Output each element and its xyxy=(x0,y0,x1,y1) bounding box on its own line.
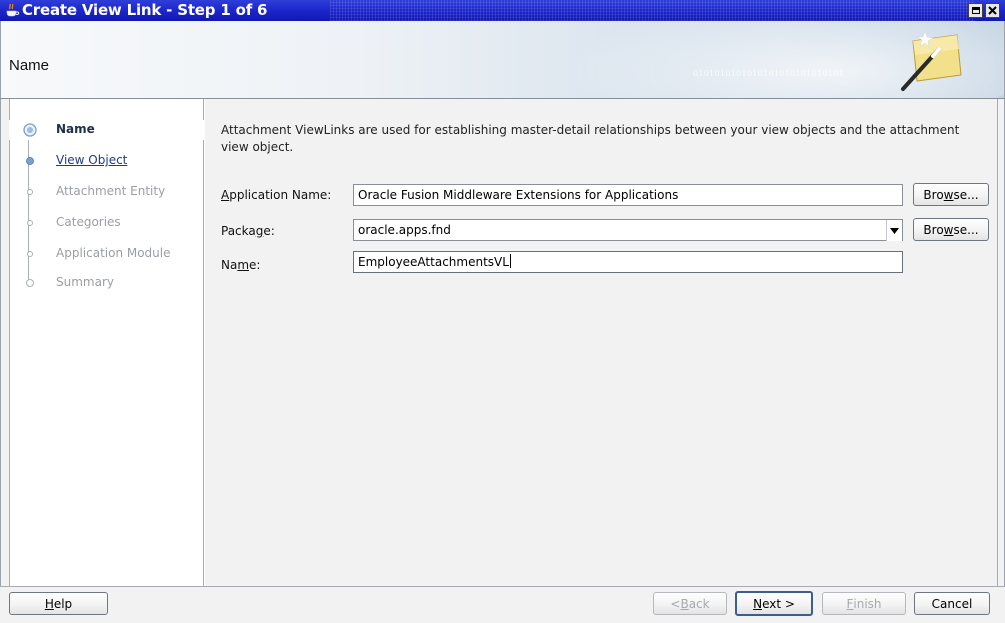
step-label: Name xyxy=(56,122,95,136)
help-button[interactable]: Help xyxy=(9,592,108,615)
java-cup-icon xyxy=(6,3,20,17)
name-input[interactable]: EmployeeAttachmentsVL xyxy=(353,251,903,273)
frame-right xyxy=(998,99,1005,586)
header-binary-decoration: 0101010101010101010101010101 xyxy=(693,69,844,78)
step-label: Application Module xyxy=(56,246,171,260)
application-name-field[interactable]: Oracle Fusion Middleware Extensions for … xyxy=(353,184,903,206)
close-icon xyxy=(988,6,997,15)
application-name-label: Application Name: xyxy=(221,188,332,202)
step-icon xyxy=(27,189,33,195)
window-title: Create View Link - Step 1 of 6 xyxy=(22,1,268,19)
page-title: Name xyxy=(9,57,50,74)
back-button[interactable]: < Back xyxy=(653,592,727,615)
name-label: Name: xyxy=(221,258,261,272)
step-label: Attachment Entity xyxy=(56,184,166,198)
maximize-icon xyxy=(971,7,980,14)
current-step-icon xyxy=(23,123,37,137)
step-label: Categories xyxy=(56,215,121,229)
step-icon xyxy=(27,251,33,257)
package-combo[interactable]: oracle.apps.fnd xyxy=(353,219,903,241)
step-name[interactable]: Name xyxy=(9,120,204,140)
chevron-down-icon xyxy=(890,227,899,234)
step-summary: Summary xyxy=(9,273,204,293)
cancel-button[interactable]: Cancel xyxy=(914,592,990,615)
step-application-module: Application Module xyxy=(9,244,204,264)
title-bar: Create View Link - Step 1 of 6 xyxy=(0,0,1005,21)
step-label: Summary xyxy=(56,275,114,289)
package-browse-button[interactable]: Bro w se... xyxy=(913,218,989,241)
wizard-wand-icon xyxy=(901,30,962,91)
next-step-icon xyxy=(26,157,34,165)
finish-button[interactable]: Finish xyxy=(822,592,906,615)
step-icon xyxy=(27,220,33,226)
step-label: View Object xyxy=(56,153,128,167)
application-browse-button[interactable]: Bro w se... xyxy=(913,183,989,206)
next-button[interactable]: Next > xyxy=(735,591,813,616)
description-text: Attachment ViewLinks are used for establ… xyxy=(221,123,960,154)
maximize-button[interactable] xyxy=(968,3,983,18)
step-categories: Categories xyxy=(9,213,204,233)
frame-left xyxy=(0,99,9,586)
main-panel xyxy=(205,99,998,586)
wizard-header: 0101010101010101010101010101 Name xyxy=(0,21,1005,98)
text-caret xyxy=(509,254,511,268)
package-label: Package: xyxy=(221,224,275,238)
package-dropdown-button[interactable] xyxy=(886,220,902,241)
final-step-icon xyxy=(26,279,34,287)
step-attachment-entity: Attachment Entity xyxy=(9,182,204,202)
title-bar-pattern xyxy=(330,0,975,21)
step-view-object[interactable]: View Object xyxy=(9,151,204,171)
close-button[interactable] xyxy=(985,3,1000,18)
steps-panel xyxy=(9,99,204,586)
